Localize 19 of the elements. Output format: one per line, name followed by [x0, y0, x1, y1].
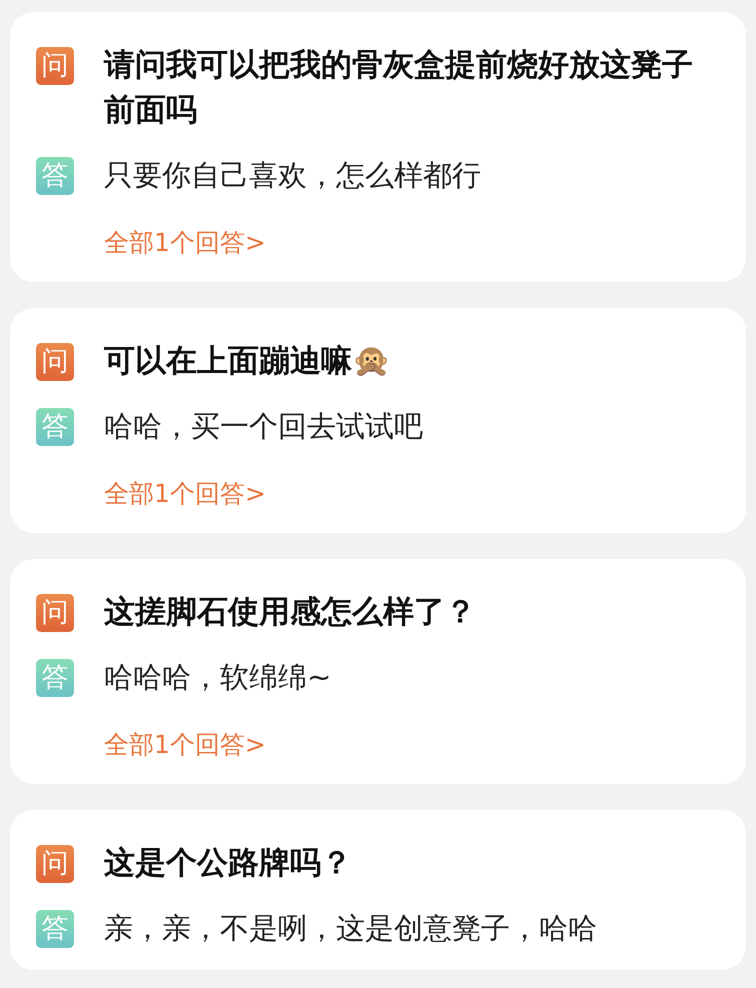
question-text: 这是个公路牌吗？ [104, 844, 352, 883]
answer-badge: 答 [36, 659, 74, 697]
question-badge: 问 [36, 845, 74, 883]
all-answers-link[interactable]: 全部1个回答> [104, 474, 266, 514]
answer-text: 哈哈哈，软绵绵~ [104, 659, 332, 696]
question-badge: 问 [36, 343, 74, 381]
all-answers-link[interactable]: 全部1个回答> [104, 223, 266, 263]
answer-badge: 答 [36, 157, 74, 195]
answer-badge: 答 [36, 910, 74, 948]
question-text: 请问我可以把我的骨灰盒提前烧好放这凳子前面吗 [104, 46, 694, 130]
question-text: 可以在上面蹦迪嘛🙊 [104, 342, 391, 381]
all-answers-link[interactable]: 全部1个回答> [104, 725, 266, 765]
question-badge: 问 [36, 594, 74, 632]
question-text: 这搓脚石使用感怎么样了？ [104, 593, 476, 632]
answer-text: 哈哈，买一个回去试试吧 [104, 408, 423, 445]
answer-text: 只要你自己喜欢，怎么样都行 [104, 157, 481, 194]
question-badge: 问 [36, 47, 74, 85]
answer-badge: 答 [36, 408, 74, 446]
answer-text: 亲，亲，不是咧，这是创意凳子，哈哈 [104, 910, 597, 947]
